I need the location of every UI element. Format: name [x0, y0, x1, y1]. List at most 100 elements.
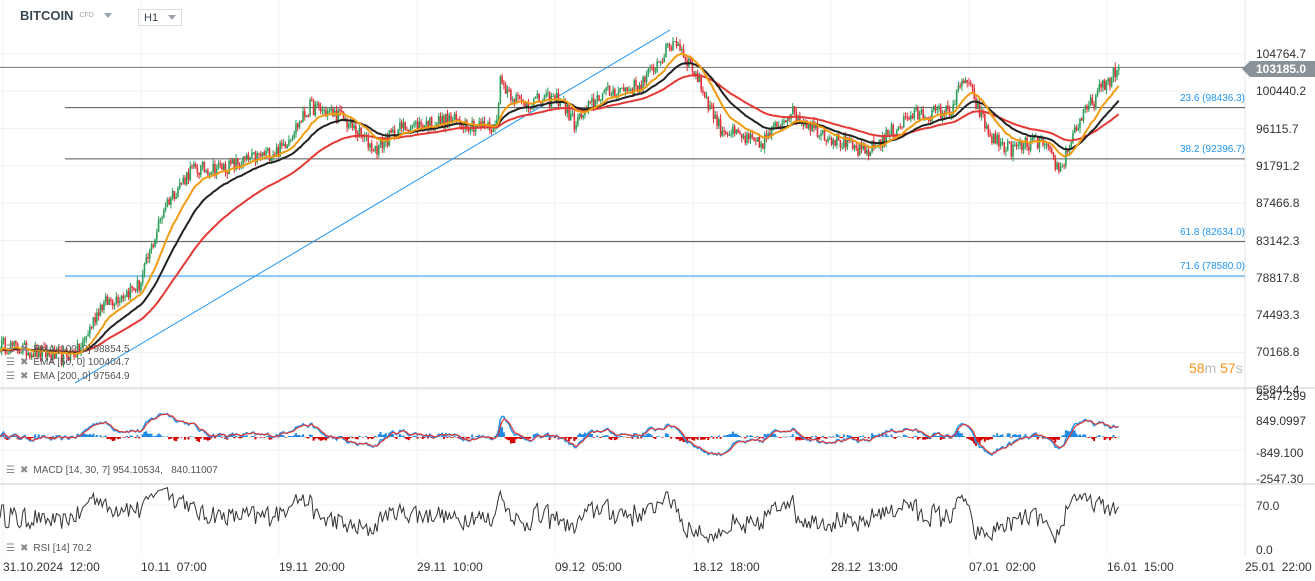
candle	[654, 71, 657, 73]
candle	[504, 84, 507, 94]
macd-histogram-bar	[106, 437, 109, 440]
chevron-down-icon	[168, 15, 176, 20]
macd-histogram-bar	[913, 436, 916, 437]
macd-histogram-bar	[351, 437, 354, 439]
macd-histogram-bar	[398, 433, 401, 437]
candle	[319, 107, 322, 112]
candle	[714, 115, 717, 119]
macd-histogram-bar	[696, 437, 699, 440]
close-icon[interactable]: ✖	[20, 543, 28, 554]
macd-histogram-bar	[127, 437, 130, 439]
candle	[659, 61, 662, 63]
macd-histogram-bar	[966, 437, 969, 439]
candle	[307, 115, 310, 117]
macd-histogram-bar	[1105, 437, 1108, 439]
candle	[127, 290, 130, 298]
macd-histogram-bar	[405, 437, 408, 440]
candle	[599, 99, 602, 101]
candle	[1005, 150, 1007, 152]
macd-histogram-bar	[1084, 434, 1087, 437]
candle	[957, 85, 960, 91]
macd-histogram-bar	[259, 437, 262, 438]
macd-histogram-bar	[175, 437, 178, 442]
candle	[96, 312, 98, 323]
candle	[203, 162, 206, 172]
symbol-selector[interactable]: BITCOIN CFD	[20, 8, 112, 23]
candle	[746, 133, 748, 143]
macd-histogram-bar	[347, 437, 350, 439]
candle	[414, 121, 417, 124]
fib-level-label: 38.2 (92396.7)	[1179, 143, 1245, 155]
macd-histogram-bar	[819, 437, 822, 438]
macd-histogram-bar	[238, 437, 241, 439]
candle	[510, 89, 512, 100]
macd-histogram-bar	[529, 437, 532, 439]
candle	[170, 197, 172, 205]
close-icon[interactable]: ✖	[20, 344, 28, 355]
settings-icon[interactable]: ☰	[6, 371, 15, 382]
timeframe-value: H1	[144, 11, 159, 24]
candle	[954, 104, 956, 106]
close-icon[interactable]: ✖	[20, 371, 28, 382]
candle	[932, 106, 935, 110]
macd-histogram-bar	[652, 437, 655, 439]
legend-rsi[interactable]: ☰ ✖ RSI [14] 70.2	[6, 543, 92, 554]
candle	[756, 137, 759, 142]
candle	[975, 98, 977, 109]
macd-histogram-bar	[1063, 434, 1066, 437]
macd-histogram-bar	[159, 434, 162, 437]
macd-histogram-bar	[967, 437, 970, 440]
candle	[964, 80, 967, 84]
close-icon[interactable]: ✖	[20, 465, 28, 476]
macd-histogram-bar	[131, 435, 134, 437]
candle	[518, 96, 521, 99]
candle	[425, 121, 428, 126]
settings-icon[interactable]: ☰	[6, 543, 15, 554]
macd-histogram-bar	[356, 437, 359, 440]
macd-histogram-bar	[814, 435, 817, 437]
macd-histogram-bar	[885, 433, 888, 437]
macd-histogram-bar	[839, 437, 842, 438]
candle	[605, 87, 607, 91]
legend-macd[interactable]: ☰ ✖ MACD [14, 30, 7] 954.10534, 840.11007	[6, 465, 218, 476]
candle	[663, 57, 665, 63]
macd-histogram-bar	[423, 437, 426, 438]
price-chart[interactable]	[0, 0, 1315, 581]
candle	[823, 130, 826, 140]
candle	[751, 134, 754, 138]
macd-histogram-bar	[754, 437, 757, 438]
macd-histogram-bar	[32, 437, 35, 438]
legend-ema50[interactable]: ☰ ✖ EMA [50, 0] 100404.7	[6, 357, 130, 368]
candle	[136, 280, 139, 291]
close-icon[interactable]: ✖	[20, 357, 28, 368]
settings-icon[interactable]: ☰	[6, 357, 15, 368]
candle	[340, 111, 343, 113]
macd-histogram-bar	[650, 435, 653, 437]
macd-histogram-bar	[825, 437, 828, 439]
candle	[104, 296, 107, 302]
candle	[939, 106, 942, 119]
candle	[991, 136, 993, 143]
candle	[1105, 81, 1108, 91]
macd-histogram-bar	[779, 437, 782, 438]
candle	[453, 113, 456, 120]
macd-histogram-bar	[723, 435, 726, 437]
macd-histogram-bar	[381, 435, 384, 437]
macd-histogram-bar	[680, 437, 683, 441]
price-axis-label: 78817.8	[1256, 270, 1300, 285]
settings-icon[interactable]: ☰	[6, 344, 15, 355]
candle	[1040, 138, 1043, 140]
legend-ema200[interactable]: ☰ ✖ EMA [200, 0] 97564.9	[6, 371, 130, 382]
macd-histogram-bar	[828, 436, 831, 437]
candle	[275, 147, 278, 155]
candle	[821, 130, 824, 133]
candle	[392, 129, 394, 133]
candle	[184, 177, 186, 185]
macd-histogram-bar	[289, 435, 292, 437]
macd-histogram-bar	[841, 437, 844, 439]
legend-ema100[interactable]: ☰ ✖ EMA [100, 0] 98854.5	[6, 344, 130, 355]
timeframe-select[interactable]: H1	[138, 9, 182, 26]
macd-histogram-bar	[143, 431, 146, 437]
settings-icon[interactable]: ☰	[6, 465, 15, 476]
macd-histogram-bar	[666, 433, 669, 437]
